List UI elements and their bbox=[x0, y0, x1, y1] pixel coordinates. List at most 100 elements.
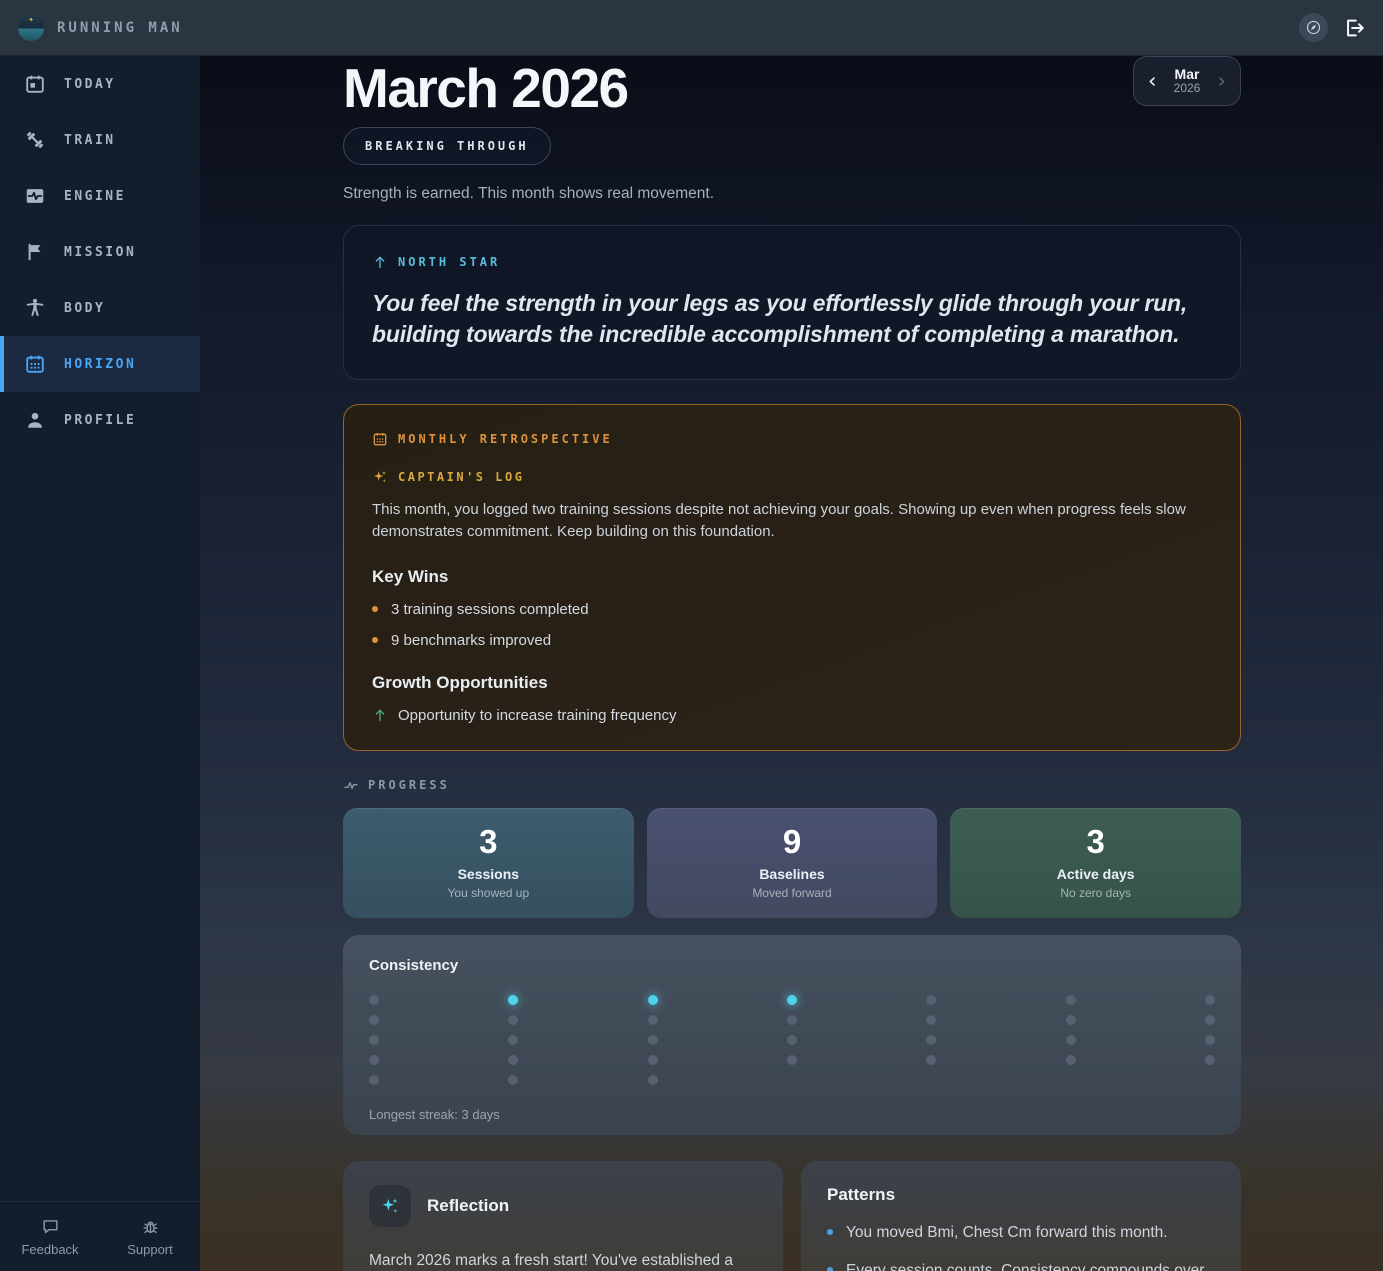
consistency-day-dot bbox=[926, 995, 936, 1005]
support-label: Support bbox=[127, 1242, 173, 1257]
growth-title: Growth Opportunities bbox=[372, 673, 1212, 693]
sidebar-item-horizon[interactable]: HORIZON bbox=[0, 336, 200, 392]
bug-icon bbox=[141, 1217, 160, 1236]
consistency-day-dot bbox=[1205, 1035, 1215, 1045]
phase-badge: BREAKING THROUGH bbox=[343, 127, 551, 165]
bullet-dot bbox=[827, 1229, 833, 1235]
reflection-text: March 2026 marks a fresh start! You've e… bbox=[369, 1249, 757, 1271]
bullet-dot bbox=[372, 637, 378, 643]
consistency-week-column bbox=[369, 995, 379, 1085]
stat-value: 3 bbox=[1087, 825, 1105, 858]
stat-card-baselines: 9 Baselines Moved forward bbox=[647, 808, 938, 918]
consistency-week-column bbox=[1066, 995, 1076, 1085]
sidebar-item-mission[interactable]: MISSION bbox=[0, 224, 200, 280]
app-header: RUNNING MAN bbox=[0, 0, 1383, 56]
calendar-icon bbox=[24, 73, 46, 95]
key-wins-title: Key Wins bbox=[372, 567, 1212, 587]
consistency-day-dot bbox=[508, 1015, 518, 1025]
stat-value: 3 bbox=[479, 825, 497, 858]
logout-button[interactable] bbox=[1343, 17, 1365, 39]
consistency-day-dot bbox=[508, 1055, 518, 1065]
month-subtitle: Strength is earned. This month shows rea… bbox=[343, 185, 1241, 203]
stat-sublabel: Moved forward bbox=[752, 886, 831, 900]
app-title: RUNNING MAN bbox=[57, 20, 183, 36]
pattern-item: You moved Bmi, Chest Cm forward this mon… bbox=[827, 1222, 1215, 1244]
consistency-day-dot bbox=[1066, 1055, 1076, 1065]
user-icon bbox=[24, 409, 46, 431]
next-month-button[interactable] bbox=[1212, 72, 1231, 91]
chevron-left-icon bbox=[1145, 74, 1160, 89]
growth-list: Opportunity to increase training frequen… bbox=[372, 707, 1212, 724]
consistency-day-dot bbox=[648, 1035, 658, 1045]
support-button[interactable]: Support bbox=[100, 1202, 200, 1271]
consistency-day-dot bbox=[648, 1015, 658, 1025]
consistency-day-dot bbox=[926, 1055, 936, 1065]
consistency-day-dot bbox=[1066, 1035, 1076, 1045]
patterns-card: Patterns You moved Bmi, Chest Cm forward… bbox=[801, 1161, 1241, 1271]
captains-log-label: CAPTAIN'S LOG bbox=[398, 470, 524, 484]
stat-sublabel: No zero days bbox=[1060, 886, 1131, 900]
consistency-day-dot bbox=[787, 1035, 797, 1045]
consistency-day-dot bbox=[926, 1015, 936, 1025]
key-win-item: 9 benchmarks improved bbox=[372, 632, 1212, 649]
feedback-button[interactable]: Feedback bbox=[0, 1202, 100, 1271]
sidebar-item-body[interactable]: BODY bbox=[0, 280, 200, 336]
growth-text: Opportunity to increase training frequen… bbox=[398, 707, 677, 724]
consistency-day-dot bbox=[369, 1035, 379, 1045]
bottom-cards-row: Reflection March 2026 marks a fresh star… bbox=[343, 1161, 1241, 1271]
captains-log-header: CAPTAIN'S LOG bbox=[372, 469, 1212, 485]
consistency-day-dot bbox=[508, 1075, 518, 1085]
stat-label: Sessions bbox=[458, 866, 519, 882]
sidebar-item-train[interactable]: TRAIN bbox=[0, 112, 200, 168]
consistency-week-column bbox=[787, 995, 797, 1085]
pattern-text: Every session counts. Consistency compou… bbox=[846, 1260, 1215, 1271]
consistency-day-dot bbox=[1205, 1015, 1215, 1025]
consistency-card: Consistency Longest streak: 3 days bbox=[343, 935, 1241, 1135]
captains-log-text: This month, you logged two training sess… bbox=[372, 499, 1212, 543]
month-nav-label: Mar 2026 bbox=[1174, 66, 1201, 96]
consistency-day-dot bbox=[648, 995, 658, 1005]
consistency-day-dot bbox=[926, 1035, 936, 1045]
stat-card-sessions: 3SessionsYou showed up bbox=[343, 808, 634, 918]
consistency-day-dot bbox=[648, 1055, 658, 1065]
bullet-dot bbox=[827, 1267, 833, 1271]
north-star-text: You feel the strength in your legs as yo… bbox=[372, 288, 1212, 351]
consistency-day-dot bbox=[648, 1075, 658, 1085]
stat-value: 9 bbox=[783, 825, 801, 858]
consistency-day-dot bbox=[787, 995, 797, 1005]
stat-label: Baselines bbox=[759, 866, 824, 882]
consistency-day-dot bbox=[1066, 995, 1076, 1005]
prev-month-button[interactable] bbox=[1143, 72, 1162, 91]
app-logo bbox=[18, 15, 44, 41]
consistency-day-dot bbox=[369, 1015, 379, 1025]
stat-label: Active days bbox=[1057, 866, 1135, 882]
reflection-card: Reflection March 2026 marks a fresh star… bbox=[343, 1161, 783, 1271]
sidebar-item-label: HORIZON bbox=[64, 357, 136, 372]
key-win-item: 3 training sessions completed bbox=[372, 601, 1212, 618]
sidebar-item-label: TODAY bbox=[64, 77, 116, 92]
patterns-title: Patterns bbox=[827, 1185, 1215, 1205]
consistency-day-dot bbox=[787, 1055, 797, 1065]
chevron-right-icon bbox=[1214, 74, 1229, 89]
sidebar-item-label: BODY bbox=[64, 301, 105, 316]
sidebar-item-profile[interactable]: PROFILE bbox=[0, 392, 200, 448]
consistency-day-dot bbox=[369, 1075, 379, 1085]
north-star-label: NORTH STAR bbox=[398, 255, 500, 269]
north-star-card: NORTH STAR You feel the strength in your… bbox=[343, 225, 1241, 380]
consistency-day-dot bbox=[369, 995, 379, 1005]
arrow-up-icon bbox=[372, 254, 388, 270]
compass-button[interactable] bbox=[1299, 13, 1328, 42]
consistency-day-dot bbox=[1205, 1055, 1215, 1065]
sidebar-item-engine[interactable]: ENGINE bbox=[0, 168, 200, 224]
consistency-week-column bbox=[926, 995, 936, 1085]
consistency-grid bbox=[369, 995, 1215, 1085]
growth-item: Opportunity to increase training frequen… bbox=[372, 707, 1212, 724]
consistency-week-column bbox=[648, 995, 658, 1085]
sidebar-item-today[interactable]: TODAY bbox=[0, 56, 200, 112]
chat-icon bbox=[41, 1217, 60, 1236]
pattern-item: Every session counts. Consistency compou… bbox=[827, 1260, 1215, 1271]
consistency-day-dot bbox=[369, 1055, 379, 1065]
sidebar-item-label: ENGINE bbox=[64, 189, 126, 204]
bullet-dot bbox=[372, 606, 378, 612]
stat-card-active-days: 3 Active days No zero days bbox=[950, 808, 1241, 918]
